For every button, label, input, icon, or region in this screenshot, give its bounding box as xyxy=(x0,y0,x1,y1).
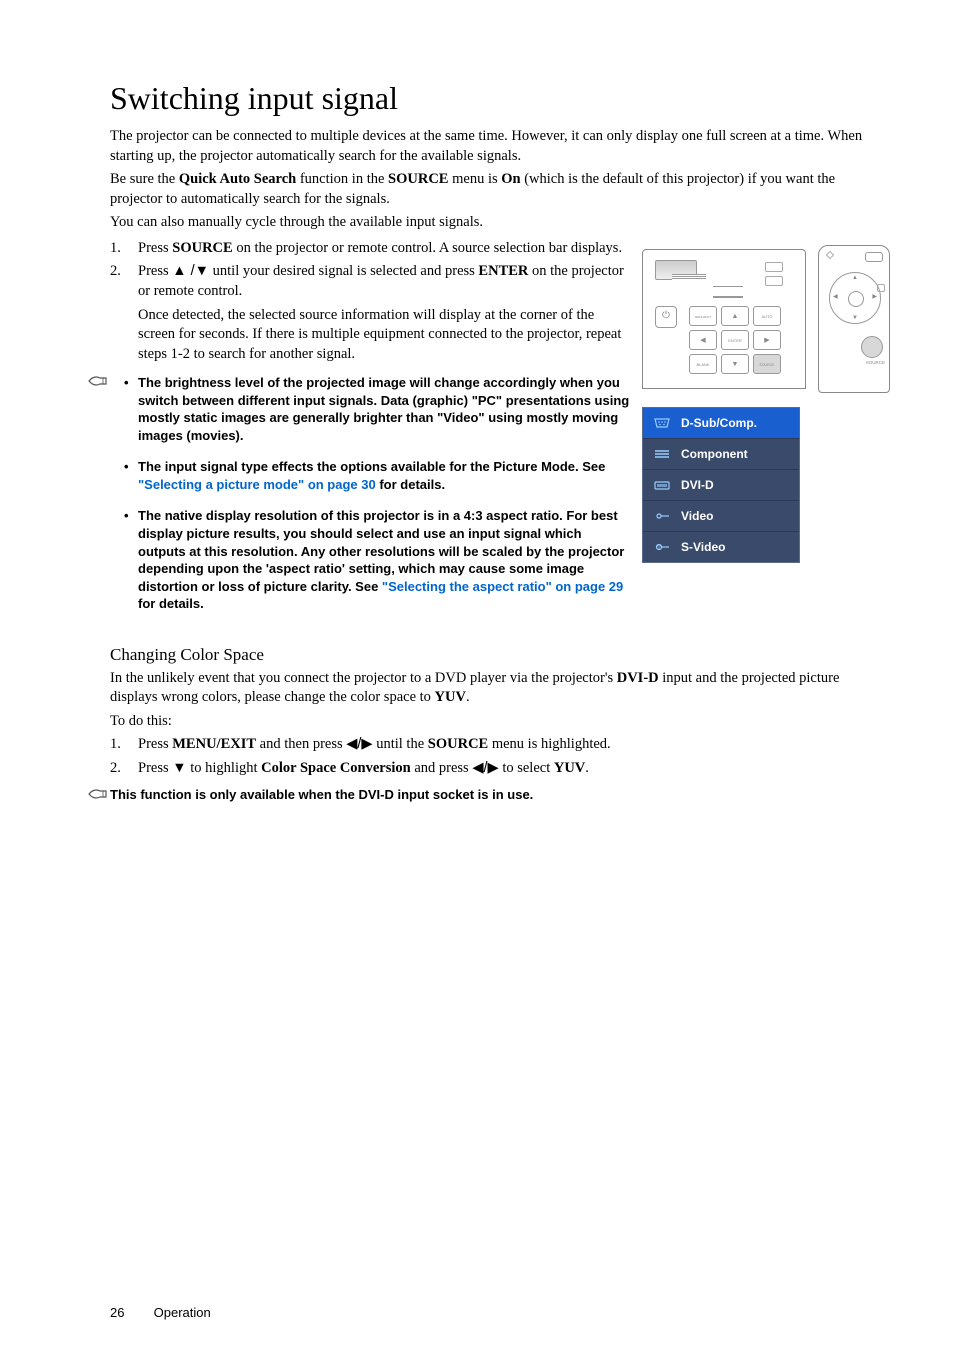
page-title: Switching input signal xyxy=(110,80,890,117)
subheading-color-space: Changing Color Space xyxy=(110,645,890,665)
note-bullet-1: The brightness level of the projected im… xyxy=(138,374,630,444)
step-2: 2. Press ▲ /▼ until your desired signal … xyxy=(138,262,630,364)
link-picture-mode[interactable]: "Selecting a picture mode" on page 30 xyxy=(138,477,376,492)
source-dvid: DVI-D xyxy=(643,470,799,501)
intro-paragraph-1: The projector can be connected to multip… xyxy=(110,127,890,166)
panel-source-button xyxy=(753,354,781,374)
note-icon xyxy=(88,374,110,388)
remote-source-button xyxy=(861,336,883,358)
power-button-icon xyxy=(655,306,677,328)
source-selection-menu: D-Sub/Comp. Component DVI-D Video S-Vide… xyxy=(642,407,800,563)
remote-diagram: ▲▼◀▶ SOURCE xyxy=(818,245,890,393)
dvi-icon xyxy=(653,478,671,492)
svideo-icon xyxy=(653,540,671,554)
page-footer: 26 Operation xyxy=(110,1305,211,1320)
intro-paragraph-3: You can also manually cycle through the … xyxy=(110,213,890,233)
color-step-1: 1. Press MENU/EXIT and then press ◀/▶ un… xyxy=(138,735,890,755)
control-panel-diagram: ▲▼◀▶ SOURCE xyxy=(642,239,890,395)
color-step-2: 2. Press ▼ to highlight Color Space Conv… xyxy=(138,759,890,779)
note-bullet-3: The native display resolution of this pr… xyxy=(138,507,630,612)
note-block: The brightness level of the projected im… xyxy=(110,374,630,613)
source-svideo: S-Video xyxy=(643,532,799,562)
link-aspect-ratio[interactable]: "Selecting the aspect ratio" on page 29 xyxy=(382,579,623,594)
final-note: This function is only available when the… xyxy=(110,787,890,802)
to-do-this: To do this: xyxy=(110,712,890,732)
footer-section: Operation xyxy=(154,1305,211,1320)
source-video: Video xyxy=(643,501,799,532)
color-space-paragraph: In the unlikely event that you connect t… xyxy=(110,669,890,708)
note-bullet-2: The input signal type effects the option… xyxy=(138,458,630,493)
source-dsub: D-Sub/Comp. xyxy=(643,408,799,439)
page-number: 26 xyxy=(110,1305,150,1320)
video-icon xyxy=(653,509,671,523)
note-icon xyxy=(88,787,110,801)
source-component: Component xyxy=(643,439,799,470)
intro-paragraph-2: Be sure the Quick Auto Search function i… xyxy=(110,170,890,209)
component-icon xyxy=(653,447,671,461)
vga-icon xyxy=(653,416,671,430)
step-1: 1. Press SOURCE on the projector or remo… xyxy=(138,239,630,259)
